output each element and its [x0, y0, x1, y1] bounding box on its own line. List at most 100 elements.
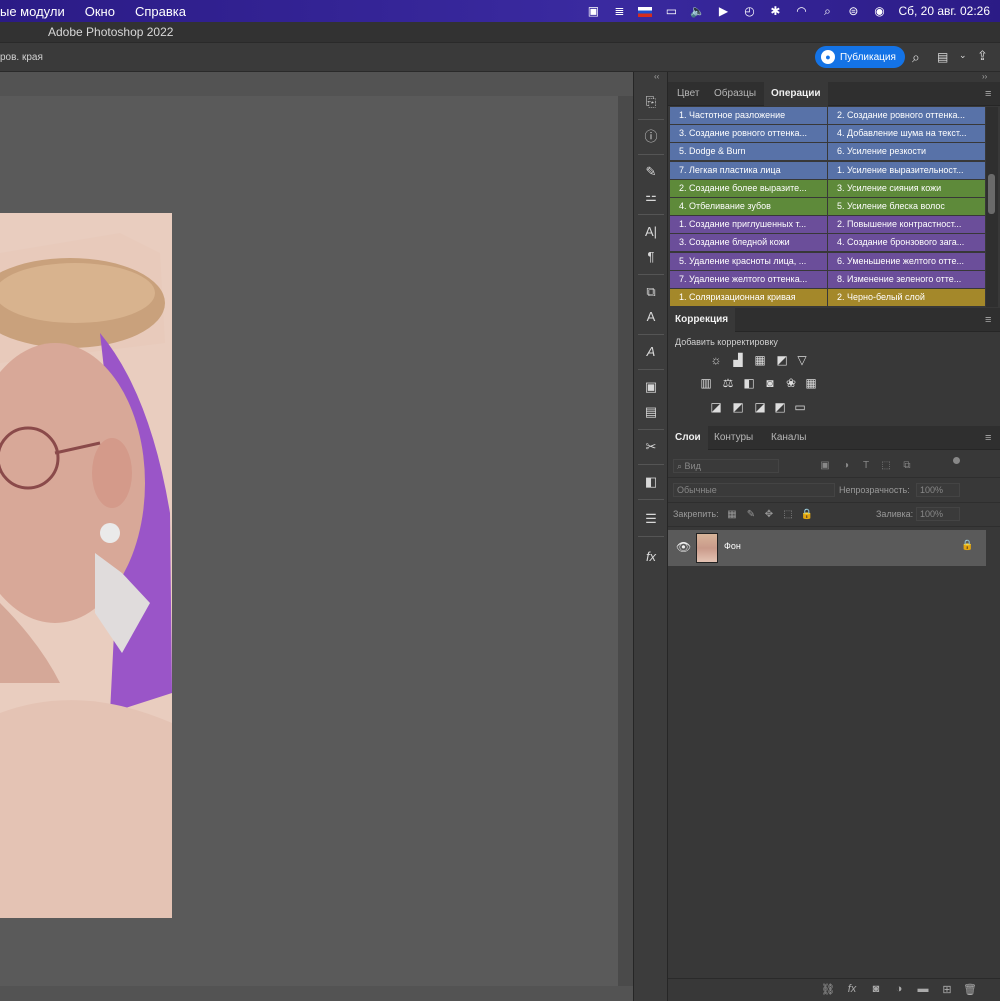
publish-button[interactable]: ● Публикация	[815, 46, 905, 68]
layer-name[interactable]: Фон	[724, 541, 741, 551]
exposure-icon[interactable]: ◩	[774, 353, 790, 367]
photo-filter-icon[interactable]: ◙	[762, 376, 778, 390]
black-white-icon[interactable]: ◧	[741, 376, 757, 390]
pixel-filter-icon[interactable]: ▣	[817, 459, 833, 473]
collapse-panels-icon[interactable]: ››	[982, 72, 987, 81]
bluetooth-icon[interactable]: ✱	[762, 4, 788, 18]
curves-icon[interactable]: ▦	[752, 353, 768, 367]
selective-color-icon[interactable]: ◩	[772, 400, 788, 414]
canvas-workspace[interactable]	[0, 96, 618, 986]
gradient-map-icon[interactable]: ▭	[792, 400, 808, 414]
brush-icon[interactable]: ✎	[640, 162, 662, 182]
hue-saturation-icon[interactable]: ▥	[698, 376, 714, 390]
clone-source-icon[interactable]: ⧉	[640, 282, 662, 302]
panel-menu-icon[interactable]: ≡	[985, 82, 995, 106]
actions-scrollbar[interactable]	[986, 107, 998, 307]
action-button[interactable]: 2. Повышение контрастност...	[828, 216, 985, 234]
spotlight-search-icon[interactable]: ⌕	[814, 4, 840, 19]
action-button[interactable]: 7. Удаление желтого оттенка...	[670, 270, 827, 288]
add-mask-icon[interactable]: ◙	[868, 983, 884, 995]
blend-mode-select[interactable]: Обычные	[673, 483, 835, 497]
character-icon[interactable]: A|	[640, 222, 662, 242]
link-layers-icon[interactable]: ⛓	[820, 983, 836, 996]
invert-icon[interactable]: ◪	[708, 400, 724, 414]
layer-style-fx-icon[interactable]: fx	[844, 983, 860, 995]
layer-comps-icon[interactable]: ◧	[640, 472, 662, 492]
action-button[interactable]: 3. Создание ровного оттенка...	[670, 125, 827, 143]
action-button[interactable]: 1. Частотное разложение	[670, 107, 827, 124]
lock-all-icon[interactable]: 🔒	[799, 508, 815, 522]
tab-layers[interactable]: Слои	[668, 426, 708, 450]
brightness-icon[interactable]: ☼	[708, 353, 724, 367]
action-button[interactable]: 2. Создание более выразите...	[670, 179, 827, 197]
color-lookup-icon[interactable]: ▦	[803, 376, 819, 390]
tab-actions[interactable]: Операции	[764, 82, 828, 106]
adjustment-filter-icon[interactable]: ◑	[838, 459, 854, 473]
vibrance-icon[interactable]: ▽	[794, 353, 810, 367]
keyboard-layout-icon[interactable]: ≣	[606, 4, 632, 18]
type-filter-icon[interactable]: T	[858, 459, 874, 473]
panel-menu-icon[interactable]: ≡	[985, 426, 995, 450]
russian-flag-icon[interactable]	[632, 4, 658, 18]
new-layer-icon[interactable]: ⊞	[939, 983, 955, 996]
color-balance-icon[interactable]: ⚖	[720, 376, 736, 390]
action-button[interactable]: 4. Добавление шума на текст...	[828, 125, 985, 143]
new-adjustment-icon[interactable]: ◑	[891, 983, 907, 995]
styles-fx-icon[interactable]: fx	[640, 547, 662, 567]
action-button[interactable]: 1. Усиление выразительност...	[828, 161, 985, 179]
action-button[interactable]: 5. Dodge & Burn	[670, 143, 827, 161]
control-center-icon[interactable]: ⊜	[840, 4, 866, 18]
glyphs-icon[interactable]: A	[640, 342, 662, 362]
layer-row-background[interactable]: 👁 Фон 🔒	[668, 530, 986, 566]
levels-icon[interactable]: ▟	[730, 353, 746, 367]
filter-toggle-icon[interactable]	[953, 457, 960, 464]
workspace-icon[interactable]: ▤	[937, 50, 948, 64]
chevron-down-icon[interactable]: ⌄	[959, 50, 967, 61]
action-button[interactable]: 4. Отбеливание зубов	[670, 198, 827, 215]
action-button[interactable]: 2. Создание ровного оттенка...	[828, 107, 985, 124]
action-button[interactable]: 3. Создание бледной кожи	[670, 234, 827, 252]
lock-position-icon[interactable]: ✥	[761, 508, 777, 522]
tab-color[interactable]: Цвет	[670, 82, 706, 106]
tab-swatches[interactable]: Образцы	[707, 82, 763, 106]
canvas-area[interactable]	[0, 72, 633, 1001]
menu-item-help[interactable]: Справка	[135, 4, 186, 19]
tab-correction[interactable]: Коррекция	[668, 308, 736, 332]
canvas-scrollbar[interactable]	[618, 96, 633, 986]
visibility-eye-icon[interactable]: 👁	[676, 540, 691, 554]
tool-presets-icon[interactable]: ✂	[640, 437, 662, 457]
channel-mixer-icon[interactable]: ❀	[783, 376, 799, 390]
fill-field[interactable]: 100%	[916, 507, 960, 521]
lock-image-icon[interactable]: ✎	[743, 508, 759, 522]
threshold-icon[interactable]: ◪	[752, 400, 768, 414]
tab-channels[interactable]: Каналы	[764, 426, 814, 450]
delete-layer-icon[interactable]: 🗑	[962, 983, 978, 996]
shape-filter-icon[interactable]: ⬚	[878, 459, 894, 473]
action-button[interactable]: 5. Удаление красноты лица, ...	[670, 252, 827, 270]
action-button[interactable]: 6. Уменьшение желтого отте...	[828, 252, 985, 270]
action-button[interactable]: 2. Черно-белый слой	[828, 289, 985, 306]
history-icon[interactable]: ⎘	[640, 92, 662, 112]
tab-paths[interactable]: Контуры	[707, 426, 760, 450]
siri-icon[interactable]: ◉	[866, 4, 892, 18]
info-icon[interactable]: ⓘ	[640, 127, 662, 147]
lock-artboard-icon[interactable]: ⬚	[780, 508, 796, 522]
collapse-icon[interactable]: ‹‹	[654, 72, 659, 81]
smart-object-filter-icon[interactable]: ⧉	[899, 459, 915, 473]
posterize-icon[interactable]: ◩	[730, 400, 746, 414]
scroll-thumb[interactable]	[988, 174, 995, 214]
refine-edge-label[interactable]: ров. края	[0, 52, 43, 63]
action-button[interactable]: 3. Усиление сияния кожи	[828, 179, 985, 197]
search-icon[interactable]: ⌕	[912, 49, 920, 66]
play-icon[interactable]: ▶	[710, 4, 736, 18]
action-button[interactable]: 1. Соляризационная кривая	[670, 289, 827, 306]
navigator-icon[interactable]: ▣	[640, 377, 662, 397]
brush-settings-icon[interactable]: ⚍	[640, 187, 662, 207]
notes-icon[interactable]: ▤	[640, 402, 662, 422]
timemachine-icon[interactable]: ◴	[736, 4, 762, 18]
opacity-field[interactable]: 100%	[916, 483, 960, 497]
character-styles-icon[interactable]: A	[640, 307, 662, 327]
status-app-icon[interactable]: ▣	[580, 4, 606, 18]
layer-kind-filter[interactable]: ⌕ Вид	[673, 459, 779, 473]
action-button[interactable]: 7. Легкая пластика лица	[670, 161, 827, 179]
